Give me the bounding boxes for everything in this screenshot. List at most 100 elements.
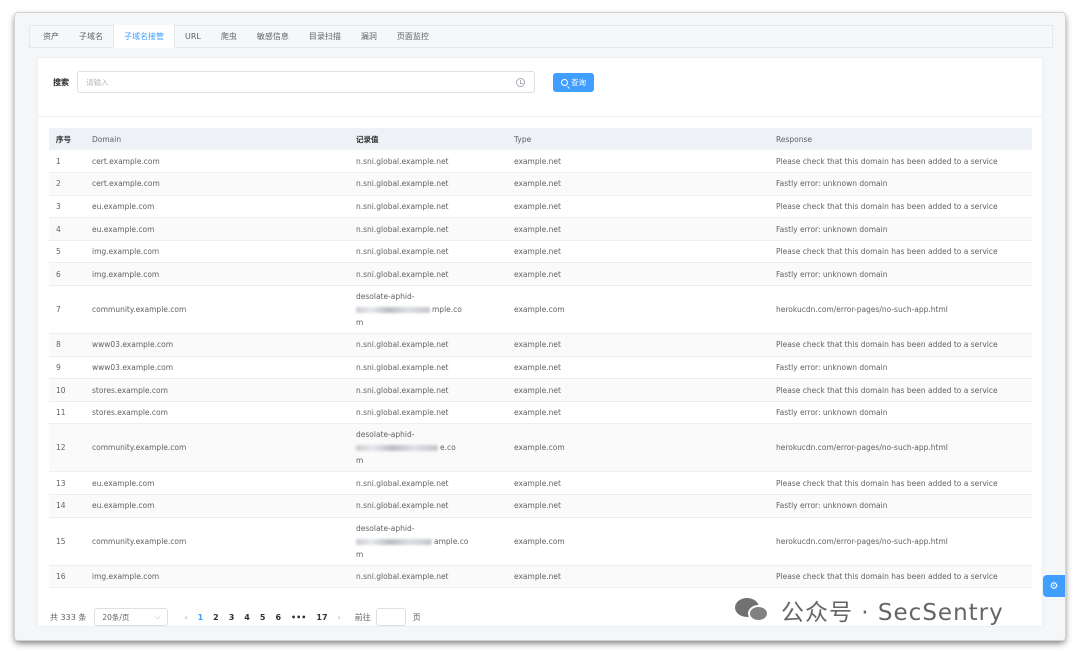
- page-3[interactable]: 3: [229, 613, 235, 622]
- cell-type: example.net: [507, 240, 769, 264]
- prev-page-button[interactable]: ‹: [184, 613, 187, 622]
- cell-domain: eu.example.com: [85, 471, 349, 496]
- cell-domain: community.example.com: [85, 423, 349, 473]
- cell-response: herokucdn.com/error-pages/no-such-app.ht…: [769, 285, 1032, 335]
- tab-subdomains[interactable]: 子域名: [69, 26, 113, 47]
- cell-no: 4: [49, 217, 85, 241]
- query-button[interactable]: 查询: [553, 72, 594, 92]
- cell-response: Fastly error: unknown domain: [769, 262, 1032, 287]
- tab-vulnerabilities[interactable]: 漏洞: [351, 26, 387, 47]
- table-row[interactable]: 10 stores.example.com n.sni.global.examp…: [49, 378, 1032, 402]
- cell-no: 3: [49, 195, 85, 219]
- jump-page-input[interactable]: [375, 608, 406, 626]
- cell-no: 7: [49, 285, 85, 335]
- next-page-button[interactable]: ›: [338, 613, 341, 622]
- col-header-domain[interactable]: Domain: [85, 128, 349, 150]
- clock-icon[interactable]: [516, 78, 525, 87]
- cell-domain: stores.example.com: [85, 378, 349, 402]
- col-header-response[interactable]: Response: [769, 128, 1032, 150]
- table-row[interactable]: 4 eu.example.com n.sni.global.example.ne…: [49, 217, 1032, 241]
- cell-type: example.net: [507, 217, 769, 241]
- page-ellipsis[interactable]: •••: [291, 613, 306, 622]
- cell-response: Please check that this domain has been a…: [769, 150, 1032, 174]
- table-row[interactable]: 9 www03.example.com n.sni.global.example…: [49, 356, 1032, 380]
- cell-response: Fastly error: unknown domain: [769, 494, 1032, 518]
- tab-assets[interactable]: 资产: [33, 26, 69, 47]
- page-5[interactable]: 5: [260, 613, 266, 622]
- table-row[interactable]: 14 eu.example.com n.sni.global.example.n…: [49, 494, 1032, 518]
- table-row[interactable]: 16 img.example.com n.sni.global.example.…: [49, 565, 1032, 589]
- total-count: 共 333 条: [50, 612, 87, 622]
- page-6[interactable]: 6: [275, 613, 281, 622]
- table-row[interactable]: 6 img.example.com n.sni.global.example.n…: [49, 262, 1032, 287]
- query-button-label: 查询: [571, 77, 586, 87]
- cell-record: n.sni.global.example.net: [349, 195, 507, 219]
- record-line-3: m: [356, 318, 364, 328]
- cell-domain: cert.example.com: [85, 172, 349, 196]
- main-panel: 搜索 查询 序号 Domain 记录值 Type Respon: [37, 57, 1043, 627]
- table-row[interactable]: 13 eu.example.com n.sni.global.example.n…: [49, 471, 1032, 496]
- cell-no: 9: [49, 356, 85, 380]
- cell-domain: community.example.com: [85, 517, 349, 566]
- cell-type: example.net: [507, 471, 769, 496]
- page-2[interactable]: 2: [213, 613, 219, 622]
- cell-type: example.com: [507, 517, 769, 566]
- tab-crawler[interactable]: 爬虫: [211, 26, 247, 47]
- page-17[interactable]: 17: [316, 613, 327, 622]
- table-row[interactable]: 12 community.example.com desolate-aphid-…: [49, 423, 1032, 473]
- divider: [38, 116, 1042, 117]
- redacted-blur: [356, 307, 430, 314]
- watermark-text: 公众号 · SecSentry: [781, 600, 1004, 626]
- cell-response: herokucdn.com/error-pages/no-such-app.ht…: [769, 517, 1032, 566]
- search-input[interactable]: [78, 72, 534, 92]
- page-size-value: 20条/页: [102, 612, 130, 622]
- cell-domain: community.example.com: [85, 285, 349, 335]
- cell-no: 15: [49, 517, 85, 566]
- cell-type: example.net: [507, 565, 769, 589]
- cell-type: example.com: [507, 423, 769, 473]
- tab-page-monitor[interactable]: 页面监控: [387, 26, 439, 47]
- cell-type: example.net: [507, 356, 769, 380]
- cell-record: n.sni.global.example.net: [349, 172, 507, 196]
- settings-button[interactable]: ⚙: [1043, 575, 1065, 597]
- col-header-record[interactable]: 记录值: [349, 128, 507, 150]
- table-row[interactable]: 5 img.example.com n.sni.global.example.n…: [49, 240, 1032, 264]
- cell-type: example.net: [507, 401, 769, 425]
- redacted-blur: [356, 445, 438, 452]
- cell-type: example.net: [507, 378, 769, 402]
- page-1[interactable]: 1: [198, 613, 204, 622]
- cell-domain: img.example.com: [85, 565, 349, 589]
- page-unit-label: 页: [412, 612, 421, 622]
- jump-label: 前往: [354, 612, 371, 622]
- cell-type: example.net: [507, 333, 769, 357]
- col-header-type[interactable]: Type: [507, 128, 769, 150]
- cell-no: 8: [49, 333, 85, 357]
- page-size-select[interactable]: 20条/页 ⌵: [94, 608, 169, 626]
- page-4[interactable]: 4: [244, 613, 250, 622]
- gear-icon: ⚙: [1049, 580, 1059, 592]
- cell-no: 11: [49, 401, 85, 425]
- tab-dir-scan[interactable]: 目录扫描: [299, 26, 351, 47]
- record-line-2: mple.co: [432, 305, 462, 315]
- table-row[interactable]: 8 www03.example.com n.sni.global.example…: [49, 333, 1032, 357]
- cell-record: n.sni.global.example.net: [349, 356, 507, 380]
- cell-record: n.sni.global.example.net: [349, 494, 507, 518]
- tab-sensitive-info[interactable]: 敏感信息: [247, 26, 299, 47]
- cell-domain: img.example.com: [85, 262, 349, 287]
- cell-no: 16: [49, 565, 85, 589]
- tab-url[interactable]: URL: [175, 26, 211, 47]
- cell-no: 5: [49, 240, 85, 264]
- tab-subdomain-takeover[interactable]: 子域名接管: [113, 25, 175, 48]
- table-row[interactable]: 7 community.example.com desolate-aphid-m…: [49, 285, 1032, 335]
- table-row[interactable]: 2 cert.example.com n.sni.global.example.…: [49, 172, 1032, 196]
- table-row[interactable]: 3 eu.example.com n.sni.global.example.ne…: [49, 195, 1032, 219]
- cell-record: n.sni.global.example.net: [349, 401, 507, 425]
- col-header-no[interactable]: 序号: [49, 128, 85, 150]
- search-bar: 搜索 查询: [53, 71, 594, 93]
- table-row[interactable]: 11 stores.example.com n.sni.global.examp…: [49, 401, 1032, 425]
- cell-no: 2: [49, 172, 85, 196]
- record-line-1: desolate-aphid-: [356, 523, 415, 533]
- record-line-2: ample.co: [434, 536, 469, 546]
- table-row[interactable]: 15 community.example.com desolate-aphid-…: [49, 517, 1032, 566]
- table-row[interactable]: 1 cert.example.com n.sni.global.example.…: [49, 150, 1032, 174]
